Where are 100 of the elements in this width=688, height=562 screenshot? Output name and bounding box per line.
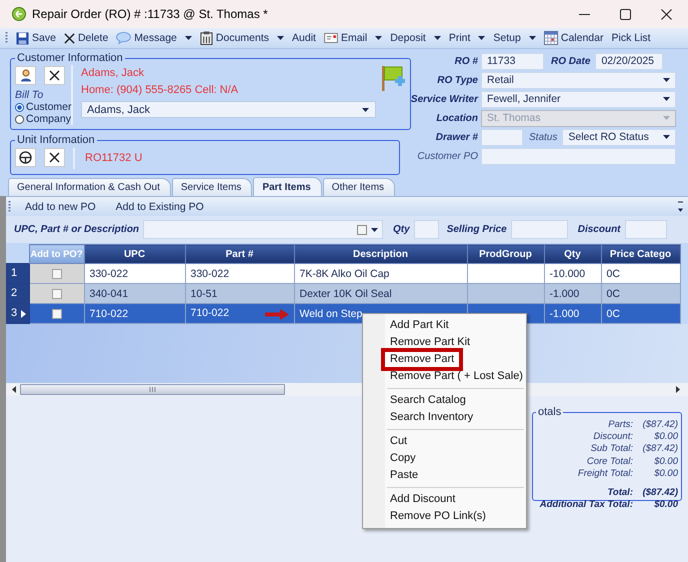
steering-wheel-icon	[19, 151, 32, 164]
input-field[interactable]	[414, 220, 439, 239]
customer-button[interactable]	[15, 66, 36, 85]
toolbar-button[interactable]: Deposit	[386, 28, 445, 48]
table-cell: 0C	[606, 268, 620, 280]
search-field[interactable]	[143, 220, 384, 239]
toolbar-button[interactable]: Documents	[196, 28, 288, 48]
grip-handle[interactable]	[5, 31, 8, 45]
total-value: ($87.42)	[642, 419, 678, 432]
row-header[interactable]: 2	[6, 284, 29, 304]
row-header[interactable]: 1	[6, 264, 29, 284]
scrollbar-thumb[interactable]	[20, 384, 285, 395]
table-cell: 10-51	[190, 288, 218, 300]
toolbar-button[interactable]: Print	[444, 28, 490, 48]
menu-item[interactable]: Copy	[385, 450, 421, 467]
menu-item[interactable]: Add Discount	[385, 491, 460, 508]
total-value: $0.00	[653, 468, 678, 480]
tab[interactable]: Other Items	[322, 178, 396, 196]
toolbar-button[interactable]: Pick List	[608, 28, 655, 48]
close-icon[interactable]	[661, 8, 672, 20]
dropdown-field[interactable]: Fewell, Jennifer	[481, 90, 676, 108]
input-field[interactable]: 11733	[481, 52, 544, 70]
total-value: ($87.42)	[642, 443, 678, 456]
unit-name: RO11732 U	[84, 151, 142, 166]
column-header[interactable]: Part #	[185, 244, 294, 264]
caret-icon	[184, 36, 192, 40]
checkbox[interactable]	[52, 268, 62, 279]
contact-dropdown[interactable]: Adams, Jack	[81, 101, 376, 118]
flag-add-icon[interactable]	[380, 65, 406, 92]
input-field[interactable]	[510, 220, 568, 239]
toolbar-button[interactable]: Calendar	[540, 28, 608, 48]
radio-button[interactable]	[15, 114, 24, 124]
menu-item[interactable]: Remove PO Link(s)	[385, 508, 491, 525]
total-value: $0.00	[653, 499, 678, 512]
total-label: Parts:	[607, 419, 633, 432]
menu-item[interactable]: Cut	[385, 433, 412, 450]
table-row[interactable]: 1 330-022 330-022 7K-8K Alko Oil Cap -10.000 0C	[6, 264, 680, 284]
toolbar-button[interactable]: Audit	[288, 28, 320, 48]
unit-button[interactable]	[15, 148, 36, 167]
input-field[interactable]	[624, 220, 667, 239]
table-row[interactable]: 2 340-041 10-51 Dexter 10K Oil Seal -1.000 0C	[6, 284, 680, 304]
checkbox[interactable]	[52, 288, 62, 299]
total-label: Additional Tax Total:	[538, 499, 633, 512]
toolbar-button[interactable]: Setup	[489, 28, 540, 48]
menu-item[interactable]: Paste	[385, 467, 424, 484]
close-icon	[49, 152, 60, 163]
envelope-icon	[324, 33, 338, 43]
scroll-right-icon[interactable]	[676, 386, 680, 393]
window-title: Repair Order (RO) # :11733 @ St. Thomas *	[32, 7, 268, 21]
scroll-left-icon[interactable]	[12, 386, 16, 393]
dropdown-field[interactable]: Retail	[481, 72, 676, 88]
column-header[interactable]: Description	[294, 244, 467, 264]
tab[interactable]: General Information & Cash Out	[8, 178, 171, 196]
toolbar-button[interactable]: Add to Existing PO	[110, 197, 210, 216]
column-header[interactable]: UPC	[84, 244, 185, 264]
toolbar-button[interactable]: Save	[12, 28, 60, 48]
toolbar-button[interactable]: Add to new PO	[19, 197, 102, 216]
table-cell: 7K-8K Alko Oil Cap	[300, 268, 390, 280]
input-field[interactable]	[481, 128, 523, 146]
tab[interactable]: Service Items	[172, 178, 252, 196]
bill-to-label: Bill To	[15, 89, 44, 101]
input-field[interactable]	[481, 148, 676, 164]
table-cell: -1.000	[550, 288, 580, 300]
menu-item[interactable]: Remove Part	[381, 348, 464, 371]
overflow-icon[interactable]	[677, 200, 684, 212]
caret-icon	[528, 36, 536, 40]
column-header[interactable]: ProdGroup	[467, 244, 544, 264]
total-label: Discount:	[592, 431, 633, 444]
menu-item[interactable]: Search Inventory	[385, 409, 478, 426]
grip-handle[interactable]	[8, 200, 11, 214]
toolbar-button[interactable]: Message	[112, 28, 196, 48]
checkbox[interactable]	[52, 308, 62, 319]
field-label: RO Date	[550, 56, 592, 66]
person-icon	[20, 69, 32, 82]
toolbar-button[interactable]: Delete	[60, 28, 112, 48]
menu-item[interactable]: Remove Part ( + Lost Sale)	[385, 368, 528, 385]
radio-button[interactable]	[15, 102, 24, 112]
column-header[interactable]: Qty	[544, 244, 601, 264]
field-label: RO Type	[436, 74, 478, 86]
clear-button[interactable]	[44, 148, 65, 167]
maximize-icon[interactable]	[620, 8, 631, 20]
field-label: Discount	[578, 224, 621, 235]
dropdown-field[interactable]: Select RO Status	[562, 128, 676, 146]
tab[interactable]: Part Items	[253, 177, 322, 196]
save-icon	[16, 32, 29, 44]
row-header[interactable]: 3	[6, 304, 29, 324]
caret-icon	[362, 108, 369, 112]
clipboard-icon	[200, 31, 213, 45]
clear-button[interactable]	[44, 66, 65, 85]
total-value: $0.00	[653, 431, 678, 444]
caret-icon	[371, 228, 378, 232]
menu-item[interactable]: Search Catalog	[385, 392, 471, 409]
field-label: UPC, Part # or Description	[14, 224, 140, 235]
input-field[interactable]: 02/20/2025	[595, 52, 664, 70]
toolbar-button[interactable]: Email	[320, 28, 386, 48]
field-label: Drawer #	[434, 132, 478, 142]
field-label: Selling Price	[446, 224, 507, 235]
column-header[interactable]: Price Catego	[601, 244, 680, 264]
checkbox[interactable]	[357, 224, 368, 234]
menu-item[interactable]: Remove Part Kit	[385, 334, 476, 351]
